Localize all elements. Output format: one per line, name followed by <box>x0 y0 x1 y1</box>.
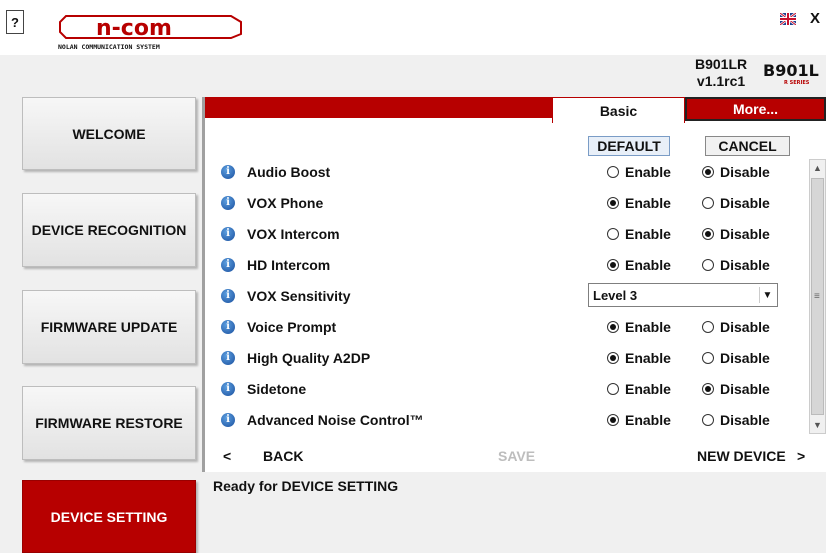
radio-disable[interactable]: Disable <box>702 319 770 335</box>
info-icon[interactable]: i <box>221 195 235 210</box>
uk-flag-icon[interactable] <box>780 13 796 25</box>
help-button[interactable]: ? <box>6 10 24 34</box>
setting-label: VOX Phone <box>247 194 324 211</box>
radio-enable[interactable]: Enable <box>607 164 671 180</box>
nav-bar: < BACK SAVE NEW DEVICE > <box>205 445 826 467</box>
device-info: B901LR v1.1rc1 <box>695 56 747 90</box>
setting-row-advanced-noise-control: i Advanced Noise Control™ Enable Disable <box>221 404 791 435</box>
back-button[interactable]: BACK <box>263 448 303 464</box>
info-icon[interactable]: i <box>221 164 235 179</box>
radio-disable[interactable]: Disable <box>702 350 770 366</box>
sidebar-item-welcome[interactable]: WELCOME <box>22 97 196 170</box>
save-button[interactable]: SAVE <box>498 448 535 464</box>
tab-bar: Basic More... <box>205 97 826 123</box>
radio-enable[interactable]: Enable <box>607 257 671 273</box>
radio-circle[interactable] <box>702 351 714 364</box>
info-icon[interactable]: i <box>221 319 235 334</box>
radio-circle[interactable] <box>702 196 714 209</box>
radio-disable[interactable]: Disable <box>702 381 770 397</box>
radio-circle[interactable] <box>607 258 619 271</box>
radio-circle[interactable] <box>702 413 714 426</box>
tab-bar-fill <box>205 97 552 118</box>
default-button[interactable]: DEFAULT <box>588 136 670 156</box>
setting-label: HD Intercom <box>247 256 331 273</box>
vox-sensitivity-select[interactable]: Level 3 ▼ <box>588 283 778 307</box>
scroll-up-icon[interactable]: ▲ <box>810 160 825 176</box>
svg-text:NOLAN COMMUNICATION SYSTEM: NOLAN COMMUNICATION SYSTEM <box>58 43 160 51</box>
setting-label: Voice Prompt <box>247 318 337 335</box>
svg-text:B901L: B901L <box>763 61 819 80</box>
radio-circle[interactable] <box>607 351 619 364</box>
radio-circle[interactable] <box>607 382 619 395</box>
info-icon[interactable]: i <box>221 226 235 241</box>
radio-disable[interactable]: Disable <box>702 164 770 180</box>
radio-enable[interactable]: Enable <box>607 226 671 242</box>
setting-label: VOX Intercom <box>247 225 340 242</box>
radio-circle[interactable] <box>702 320 714 333</box>
radio-enable[interactable]: Enable <box>607 350 671 366</box>
setting-label: Sidetone <box>247 380 307 397</box>
radio-enable[interactable]: Enable <box>607 319 671 335</box>
settings-scrollbar[interactable]: ▲ ≡ ▼ <box>809 159 826 434</box>
radio-circle[interactable] <box>607 413 619 426</box>
setting-label: Audio Boost <box>247 163 331 180</box>
tab-more[interactable]: More... <box>685 97 826 121</box>
new-device-button[interactable]: NEW DEVICE <box>697 448 786 464</box>
status-text: Ready for DEVICE SETTING <box>213 478 399 494</box>
device-version: v1.1rc1 <box>696 73 746 89</box>
radio-circle[interactable] <box>607 227 619 240</box>
svg-text:n-com: n-com <box>96 16 172 41</box>
ncom-logo: n-com NOLAN COMMUNICATION SYSTEM <box>58 15 242 51</box>
radio-circle[interactable] <box>702 258 714 271</box>
setting-row-vox-phone: i VOX Phone Enable Disable <box>221 187 791 218</box>
sidebar-item-device-setting[interactable]: DEVICE SETTING <box>22 480 196 553</box>
scroll-thumb[interactable]: ≡ <box>811 178 824 415</box>
b901l-brand-logo: B901L R SERIES <box>763 61 819 86</box>
setting-row-hd-intercom: i HD Intercom Enable Disable <box>221 249 791 280</box>
setting-row-vox-intercom: i VOX Intercom Enable Disable <box>221 218 791 249</box>
device-model: B901LR <box>695 56 748 72</box>
top-bar: ? n-com NOLAN COMMUNICATION SYSTEM X <box>0 0 826 55</box>
setting-row-vox-sensitivity: i VOX Sensitivity Level 3 ▼ <box>221 280 791 311</box>
next-arrow-icon[interactable]: > <box>797 448 805 464</box>
setting-label: Advanced Noise Control™ <box>247 411 424 428</box>
tab-basic[interactable]: Basic <box>552 97 685 123</box>
radio-circle[interactable] <box>607 165 619 178</box>
radio-enable[interactable]: Enable <box>607 195 671 211</box>
cancel-button[interactable]: CANCEL <box>705 136 790 156</box>
info-icon[interactable]: i <box>221 257 235 272</box>
setting-label: VOX Sensitivity <box>247 287 351 304</box>
radio-disable[interactable]: Disable <box>702 412 770 428</box>
radio-enable[interactable]: Enable <box>607 412 671 428</box>
svg-text:R SERIES: R SERIES <box>784 80 810 86</box>
sidebar-item-firmware-restore[interactable]: FIRMWARE RESTORE <box>22 386 196 460</box>
info-icon[interactable]: i <box>221 350 235 365</box>
radio-circle[interactable] <box>702 165 714 178</box>
back-arrow-icon[interactable]: < <box>223 448 231 464</box>
setting-label: High Quality A2DP <box>247 349 371 366</box>
sidebar-item-device-recognition[interactable]: DEVICE RECOGNITION <box>22 193 196 267</box>
radio-circle[interactable] <box>702 382 714 395</box>
radio-enable[interactable]: Enable <box>607 381 671 397</box>
setting-row-voice-prompt: i Voice Prompt Enable Disable <box>221 311 791 342</box>
setting-row-audio-boost: i Audio Boost Enable Disable <box>221 156 791 187</box>
radio-disable[interactable]: Disable <box>702 226 770 242</box>
grip-icon: ≡ <box>814 291 820 302</box>
setting-row-high-quality-a2dp: i High Quality A2DP Enable Disable <box>221 342 791 373</box>
scroll-down-icon[interactable]: ▼ <box>810 417 825 433</box>
info-icon[interactable]: i <box>221 288 235 303</box>
sidebar-item-firmware-update[interactable]: FIRMWARE UPDATE <box>22 290 196 364</box>
close-button[interactable]: X <box>810 10 820 27</box>
info-icon[interactable]: i <box>221 381 235 396</box>
radio-circle[interactable] <box>607 196 619 209</box>
info-icon[interactable]: i <box>221 412 235 427</box>
setting-row-sidetone: i Sidetone Enable Disable <box>221 373 791 404</box>
radio-circle[interactable] <box>607 320 619 333</box>
chevron-down-icon[interactable]: ▼ <box>759 287 775 303</box>
radio-circle[interactable] <box>702 227 714 240</box>
radio-disable[interactable]: Disable <box>702 195 770 211</box>
radio-disable[interactable]: Disable <box>702 257 770 273</box>
settings-panel: Basic More... DEFAULT CANCEL i Audio Boo… <box>202 97 826 472</box>
